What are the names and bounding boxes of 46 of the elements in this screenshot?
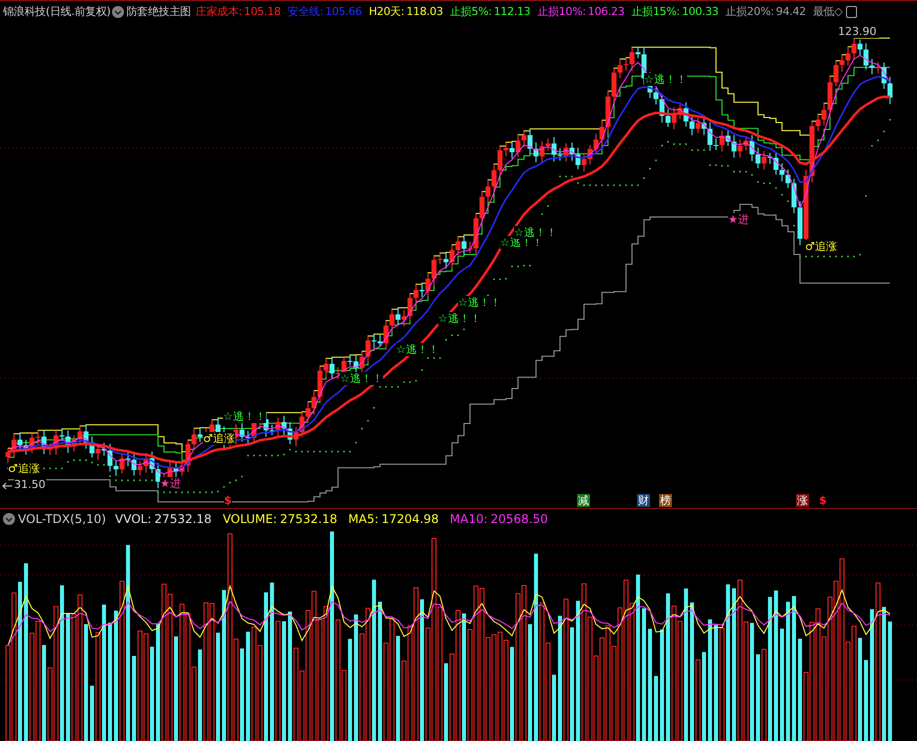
indicator-label: VOLUME:	[222, 512, 277, 526]
indicator-value: 106.23	[588, 5, 624, 18]
indicator-value: 27532.18	[280, 512, 338, 526]
left-arrow-icon	[2, 482, 12, 490]
indicator-value: 105.18	[244, 5, 281, 18]
price-low-label: 31.50	[14, 478, 46, 491]
indicator-value: 27532.18	[154, 512, 212, 526]
event-marker: 榜	[659, 494, 672, 507]
indicator-name: 防套绝技主图	[126, 4, 191, 19]
dropdown-icon[interactable]	[3, 512, 15, 524]
signal-label: ☆逃！！	[644, 73, 687, 86]
event-marker: 涨	[796, 494, 809, 507]
indicator-label: 止损20%:	[726, 4, 774, 19]
signal-label: ♂追涨	[203, 432, 235, 445]
indicator-label: 止损5%:	[450, 4, 492, 19]
indicator-value: 20568.50	[490, 512, 548, 526]
event-marker: $	[224, 494, 232, 507]
signal-label: ★进	[160, 477, 181, 490]
signal-label: ☆逃！！	[223, 410, 266, 423]
indicator-value: 94.42	[776, 5, 806, 18]
panel-toggle-icon[interactable]	[846, 6, 858, 18]
indicator-value: 112.13	[494, 5, 530, 18]
event-marker: 财	[637, 494, 650, 507]
indicator-value: 118.03	[406, 5, 444, 18]
price-high-label: 123.90	[836, 25, 878, 38]
indicator-label: H20天:	[368, 4, 404, 19]
indicator-value: 17204.98	[382, 512, 439, 526]
signal-label: ★进	[728, 213, 749, 226]
indicator-value: 100.33	[682, 5, 719, 18]
signal-label: ♂追涨	[8, 462, 40, 475]
dropdown-icon[interactable]	[112, 6, 124, 18]
event-marker: $	[819, 494, 827, 507]
indicator-label: MA5:	[348, 512, 378, 526]
indicator-label: 止损10%:	[537, 4, 586, 19]
signal-label: ☆逃！！	[340, 372, 383, 385]
signal-label: ♂追涨	[805, 240, 837, 253]
indicator-label: 庄家成本:	[196, 4, 242, 19]
indicator-value: 105.66	[325, 5, 362, 18]
event-marker: 减	[577, 494, 590, 507]
indicator-name: VOL-TDX(5,10)	[18, 512, 106, 526]
indicator-label: 安全线:	[288, 4, 324, 19]
indicator-label: VVOL:	[115, 512, 152, 526]
indicator-label: 止损15%:	[631, 4, 680, 19]
indicator-label: 最低◇	[812, 4, 842, 19]
indicator-label: MA10:	[450, 512, 488, 526]
chart-title: 锦浪科技(日线.前复权)	[3, 4, 110, 19]
